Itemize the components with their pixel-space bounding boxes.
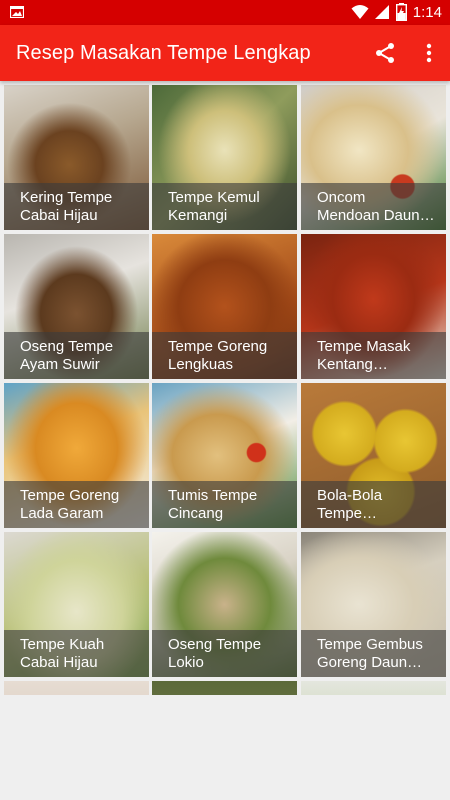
- recipe-card[interactable]: Tumis Tempe Cincang: [152, 383, 297, 528]
- recipe-title-line2: Mendoan Daun…: [317, 207, 435, 224]
- recipe-title-line2: Lokio: [168, 654, 204, 671]
- recipe-card[interactable]: [4, 681, 149, 695]
- recipe-title-line1: Tumis Tempe: [168, 487, 258, 504]
- recipe-caption: Tempe Masak Kentang…: [301, 332, 446, 379]
- recipe-title-line1: Tempe Goreng: [20, 487, 120, 504]
- recipe-caption: Tumis Tempe Cincang: [152, 481, 297, 528]
- recipe-title-line2: Tempe…: [317, 505, 378, 522]
- recipe-caption: Tempe Kemul Kemangi: [152, 183, 297, 230]
- recipe-title-line1: Tempe Kemul: [168, 189, 260, 206]
- recipe-title-line2: Cabai Hijau: [20, 207, 98, 224]
- recipe-caption: Bola-Bola Tempe…: [301, 481, 446, 528]
- recipe-caption: Tempe Goreng Lengkuas: [152, 332, 297, 379]
- recipe-grid: Kering Tempe Cabai Hijau Tempe Kemul Kem…: [0, 81, 450, 695]
- status-time: 1:14: [412, 3, 442, 21]
- recipe-title-line2: Goreng Daun…: [317, 654, 423, 671]
- wifi-icon: [351, 4, 369, 20]
- recipe-card[interactable]: [301, 681, 446, 695]
- recipe-title-line2: Cabai Hijau: [20, 654, 98, 671]
- recipe-card[interactable]: Bola-Bola Tempe…: [301, 383, 446, 528]
- battery-charging-icon: [395, 3, 407, 21]
- recipe-caption: Tempe Kuah Cabai Hijau: [4, 630, 149, 677]
- recipe-photo: [4, 681, 149, 695]
- recipe-title-line2: Lada Garam: [20, 505, 104, 522]
- recipe-caption: Kering Tempe Cabai Hijau: [4, 183, 149, 230]
- recipe-card[interactable]: Tempe Kuah Cabai Hijau: [4, 532, 149, 677]
- recipe-title-line1: Tempe Gembus: [317, 636, 423, 653]
- cellular-signal-icon: [374, 4, 390, 20]
- recipe-card[interactable]: Tempe Kemul Kemangi: [152, 85, 297, 230]
- recipe-title-line2: Kemangi: [168, 207, 228, 224]
- empty-bottom-area: [0, 695, 450, 800]
- recipe-title-line2: Cincang: [168, 505, 224, 522]
- recipe-title-line1: Tempe Goreng: [168, 338, 268, 355]
- recipe-caption: Oseng Tempe Ayam Suwir: [4, 332, 149, 379]
- recipe-photo: [152, 681, 297, 695]
- share-icon[interactable]: [373, 41, 397, 65]
- more-vert-icon[interactable]: [417, 41, 441, 65]
- recipe-card[interactable]: [152, 681, 297, 695]
- app-bar: Resep Masakan Tempe Lengkap: [0, 25, 450, 81]
- recipe-card[interactable]: Oseng Tempe Ayam Suwir: [4, 234, 149, 379]
- recipe-card[interactable]: Tempe Masak Kentang…: [301, 234, 446, 379]
- recipe-card[interactable]: Tempe Goreng Lengkuas: [152, 234, 297, 379]
- recipe-title-line1: Oseng Tempe: [20, 338, 114, 355]
- recipe-title-line1: Oseng Tempe: [168, 636, 262, 653]
- recipe-card[interactable]: Oncom Mendoan Daun…: [301, 85, 446, 230]
- recipe-caption: Tempe Gembus Goreng Daun…: [301, 630, 446, 677]
- recipe-photo: [301, 681, 446, 695]
- recipe-title-line1: Tempe Kuah: [20, 636, 105, 653]
- recipe-caption: Oncom Mendoan Daun…: [301, 183, 446, 230]
- gallery-notification-icon: [10, 6, 24, 18]
- recipe-card[interactable]: Tempe Goreng Lada Garam: [4, 383, 149, 528]
- recipe-card[interactable]: Tempe Gembus Goreng Daun…: [301, 532, 446, 677]
- recipe-caption: Tempe Goreng Lada Garam: [4, 481, 149, 528]
- recipe-caption: Oseng Tempe Lokio: [152, 630, 297, 677]
- recipe-title-line1: Tempe Masak: [317, 338, 411, 355]
- recipe-title-line2: Kentang…: [317, 356, 388, 373]
- recipe-card[interactable]: Kering Tempe Cabai Hijau: [4, 85, 149, 230]
- app-title: Resep Masakan Tempe Lengkap: [16, 42, 311, 64]
- recipe-title-line1: Oncom: [317, 189, 366, 206]
- recipe-title-line2: Ayam Suwir: [20, 356, 100, 373]
- status-bar: 1:14: [0, 0, 450, 25]
- recipe-title-line2: Lengkuas: [168, 356, 234, 373]
- recipe-card[interactable]: Oseng Tempe Lokio: [152, 532, 297, 677]
- recipe-title-line1: Bola-Bola: [317, 487, 383, 504]
- recipe-title-line1: Kering Tempe: [20, 189, 113, 206]
